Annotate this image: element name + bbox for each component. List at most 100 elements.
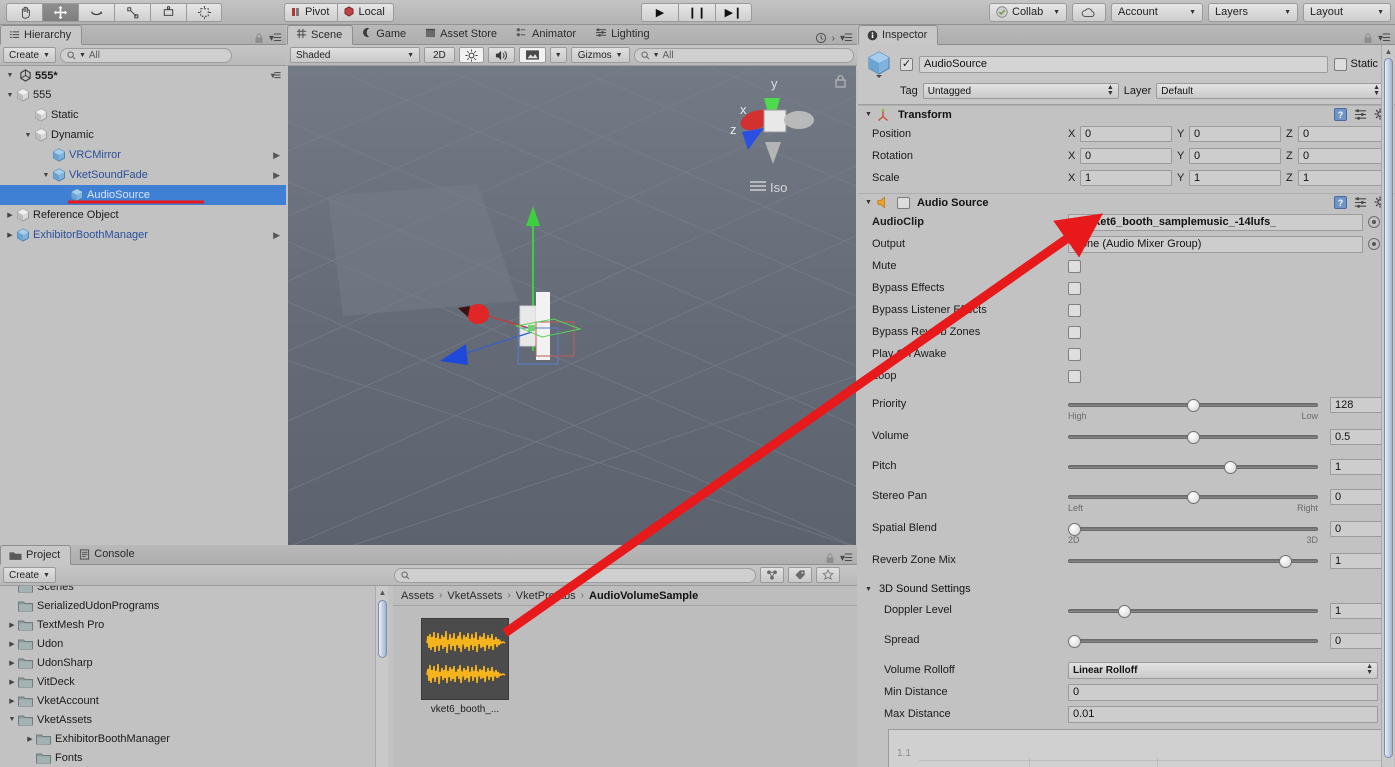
panel-menu-icon[interactable]: ▾☰ xyxy=(840,553,853,564)
slider-track-wrap[interactable] xyxy=(1068,633,1318,649)
preset-icon[interactable] xyxy=(1354,108,1367,121)
slider-track[interactable] xyxy=(1068,609,1318,613)
breadcrumb-item[interactable]: AudioVolumeSample xyxy=(589,590,698,602)
pivot-button[interactable]: Pivot xyxy=(284,2,338,22)
output-row[interactable]: Output None (Audio Mixer Group) xyxy=(858,233,1395,255)
twisty-down-icon[interactable]: ▼ xyxy=(40,172,52,179)
transform-position-z-field[interactable]: 0 xyxy=(1298,126,1390,142)
pivot-group[interactable]: Pivot Local xyxy=(284,2,394,22)
transform-scale-x-field[interactable]: 1 xyxy=(1080,170,1172,186)
transform-component-header[interactable]: ▼ Transform ? xyxy=(858,105,1395,123)
toggle-checkbox[interactable] xyxy=(1068,369,1081,383)
output-picker-icon[interactable] xyxy=(1368,238,1380,250)
project-tab-actions[interactable]: ▾☰ xyxy=(825,553,857,564)
prefab-chevron-icon[interactable]: ▶ xyxy=(273,230,286,241)
hierarchy-item-audiosource[interactable]: AudioSource xyxy=(0,185,286,205)
project-tree-scroll-thumb[interactable] xyxy=(378,600,387,658)
slider-track-wrap[interactable] xyxy=(1068,603,1318,619)
panel-menu-icon[interactable]: ▾☰ xyxy=(269,33,282,44)
layout-button[interactable]: Layout ▼ xyxy=(1303,2,1391,22)
panel-menu-icon[interactable]: ▾☰ xyxy=(840,33,853,44)
inspector-tab-actions[interactable]: ▾☰ xyxy=(1363,33,1395,44)
project-folder-vketassets[interactable]: ▼ VketAssets xyxy=(0,710,390,729)
rolloff-graph[interactable]: 1.1 xyxy=(888,729,1385,767)
collab-button[interactable]: Collab ▼ xyxy=(989,2,1067,22)
sound3d-header[interactable]: ▼ 3D Sound Settings xyxy=(858,579,1395,599)
project-folder-scenes[interactable]: Scenes xyxy=(0,586,390,596)
slider-track-wrap[interactable]: 2D 3D xyxy=(1068,521,1318,545)
project-folder-vitdeck[interactable]: ▶ VitDeck xyxy=(0,672,390,691)
gameobject-enabled-checkbox[interactable]: ✓ xyxy=(900,57,913,71)
audio-toggle-button[interactable] xyxy=(487,47,515,63)
scene-menu-icon[interactable]: ▾☰ xyxy=(271,71,286,80)
twisty-right-icon[interactable]: ▶ xyxy=(6,697,18,705)
effects-toggle-button[interactable] xyxy=(518,47,546,63)
effects-dropdown[interactable]: ▼ xyxy=(549,47,567,63)
scroll-up-arrow-icon[interactable]: ▲ xyxy=(378,588,387,597)
hierarchy-item-reference-object[interactable]: ▶ Reference Object xyxy=(0,205,286,225)
layer-dropdown[interactable]: Default ▲ ▼ xyxy=(1156,83,1385,99)
audioclip-field[interactable]: vket6_booth_samplemusic_-14lufs_ xyxy=(1068,213,1363,231)
toggle-checkbox[interactable] xyxy=(1068,303,1081,317)
hierarchy-create-button[interactable]: Create ▼ xyxy=(3,47,56,63)
tab-hierarchy[interactable]: Hierarchy xyxy=(0,25,83,45)
slider-row-spread[interactable]: Spread 0 xyxy=(858,629,1395,659)
max-distance-field[interactable]: 0.01 xyxy=(1068,705,1378,723)
hierarchy-item-vketsoundfade[interactable]: ▼ VketSoundFade ▶ xyxy=(0,165,286,185)
rect-tool-button[interactable] xyxy=(150,2,186,22)
transform-tool-button[interactable] xyxy=(186,2,222,22)
slider-row-reverb-zone-mix[interactable]: Reverb Zone Mix 1 xyxy=(858,549,1395,579)
slider-knob[interactable] xyxy=(1187,430,1200,444)
toggle-row-mute[interactable]: Mute xyxy=(858,255,1395,277)
transform-position-y-field[interactable]: 0 xyxy=(1189,126,1281,142)
slider-knob[interactable] xyxy=(1187,398,1200,412)
audioclip-picker-icon[interactable] xyxy=(1368,216,1380,228)
twisty-right-icon[interactable]: ▶ xyxy=(24,735,36,743)
transform-rotation-x-field[interactable]: 0 xyxy=(1080,148,1172,164)
inspector-scrollbar[interactable]: ▲ xyxy=(1381,45,1394,767)
rolloff-dropdown[interactable]: Linear Rolloff ▲ ▼ xyxy=(1068,661,1378,679)
slider-row-doppler-level[interactable]: Doppler Level 1 xyxy=(858,599,1395,629)
slider-row-volume[interactable]: Volume 0.5 xyxy=(858,425,1395,455)
toggle-row-loop[interactable]: Loop xyxy=(858,365,1395,387)
project-create-button[interactable]: Create ▼ xyxy=(3,567,56,583)
scene-view-gizmo[interactable]: y x z Iso xyxy=(702,66,842,206)
slider-knob[interactable] xyxy=(1224,460,1237,474)
max-distance-row[interactable]: Max Distance 0.01 xyxy=(858,703,1395,725)
slider-track-wrap[interactable]: Left Right xyxy=(1068,489,1318,513)
slider-row-stereo-pan[interactable]: Stereo Pan Left Right 0 xyxy=(858,485,1395,517)
audiosource-enabled-checkbox[interactable] xyxy=(896,196,910,209)
foldout-down-icon[interactable]: ▼ xyxy=(865,199,872,206)
project-asset-browser[interactable]: Assets › VketAssets › VketPrefabs › AudioVolum… xyxy=(393,586,857,767)
step-button[interactable]: ▶❙ xyxy=(715,2,752,22)
toggle-checkbox[interactable] xyxy=(1068,325,1081,339)
slider-track-wrap[interactable] xyxy=(1068,459,1318,475)
scene-twisty-icon[interactable]: ▼ xyxy=(4,72,16,79)
slider-row-spatial-blend[interactable]: Spatial Blend 2D 3D 0 xyxy=(858,517,1395,549)
breadcrumb[interactable]: Assets › VketAssets › VketPrefabs › AudioVolum… xyxy=(393,586,857,606)
filter-label-button[interactable] xyxy=(787,567,812,583)
slider-track-wrap[interactable] xyxy=(1068,429,1318,445)
min-distance-row[interactable]: Min Distance 0 xyxy=(858,681,1395,703)
twisty-right-icon[interactable]: ▶ xyxy=(4,211,16,219)
scene-root-row[interactable]: ▼ 555* ▾☰ xyxy=(0,66,286,85)
cloud-button[interactable] xyxy=(1072,2,1106,22)
transform-rotation-y-field[interactable]: 0 xyxy=(1189,148,1281,164)
toggle-row-bypass-listener-effects[interactable]: Bypass Listener Effects xyxy=(858,299,1395,321)
twisty-right-icon[interactable]: ▶ xyxy=(6,621,18,629)
project-folder-tree[interactable]: Scenes SerializedUdonPrograms ▶ TextMesh Pr… xyxy=(0,586,390,767)
transform-scale-y-field[interactable]: 1 xyxy=(1189,170,1281,186)
lighting-toggle-button[interactable] xyxy=(458,47,484,63)
play-button[interactable]: ▶ xyxy=(641,2,678,22)
project-folder-textmesh-pro[interactable]: ▶ TextMesh Pro xyxy=(0,615,390,634)
toggle-checkbox[interactable] xyxy=(1068,281,1081,295)
project-search-input[interactable] xyxy=(393,567,756,583)
scroll-up-arrow-icon[interactable]: ▲ xyxy=(1384,47,1393,56)
toggle-2d-button[interactable]: 2D xyxy=(424,47,455,63)
tab-lighting[interactable]: Lighting xyxy=(587,24,661,44)
asset-tile-audio[interactable]: vket6_booth_... xyxy=(421,618,509,715)
twisty-down-icon[interactable]: ▼ xyxy=(22,132,34,139)
panel-menu-icon[interactable]: ▾☰ xyxy=(1378,33,1391,44)
transform-row-scale[interactable]: Scale X 1 Y 1 Z 1 xyxy=(858,167,1395,189)
twisty-down-icon[interactable]: ▼ xyxy=(4,92,16,99)
